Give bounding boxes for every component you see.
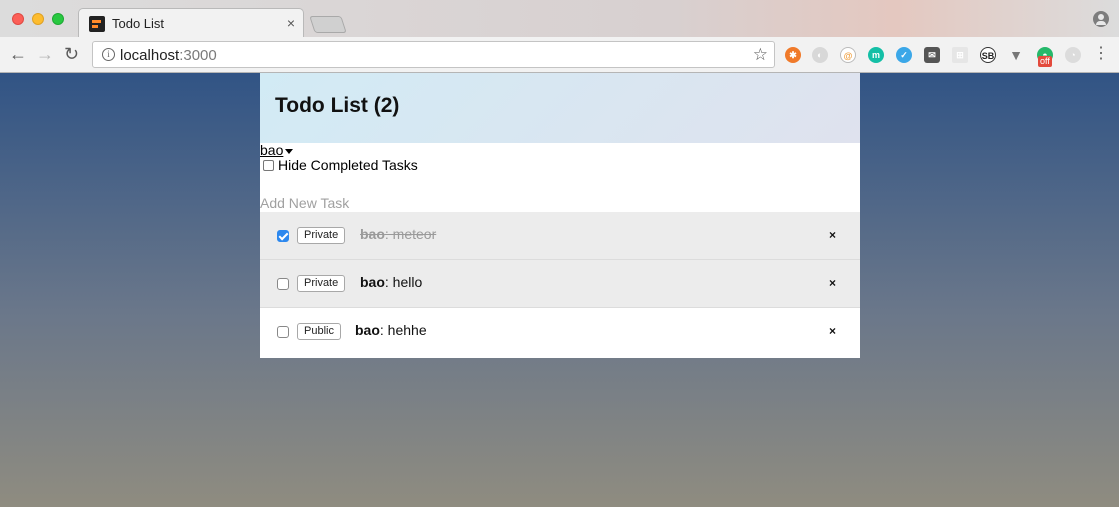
- task-row: Private bao: meteor ×: [260, 212, 860, 260]
- app-header: Todo List (2): [260, 73, 860, 143]
- browser-toolbar: ← → ↻ i localhost:3000 ☆ ✱ ◐ @ m ✓ ✉ ⊞ S…: [0, 37, 1119, 73]
- task-row: Public bao: hehhe ×: [260, 308, 860, 357]
- teal-m-icon[interactable]: m: [868, 47, 884, 63]
- browser-chrome: Todo List × ← → ↻ i localhost:3000 ☆ ✱ ◐…: [0, 0, 1119, 73]
- close-window-button[interactable]: [12, 13, 24, 25]
- minimize-window-button[interactable]: [32, 13, 44, 25]
- at-sign-icon[interactable]: @: [840, 47, 856, 63]
- toggle-private-button[interactable]: Private: [297, 275, 346, 292]
- task-row: Private bao: hello ×: [260, 260, 860, 308]
- browser-titlebar: Todo List ×: [0, 0, 1119, 38]
- tab-title: Todo List: [112, 16, 165, 31]
- hide-completed-checkbox[interactable]: [263, 159, 274, 171]
- grey-swirl-icon[interactable]: ◐: [812, 47, 828, 63]
- task-body: : hehhe: [379, 322, 427, 338]
- caret-down-icon: [285, 148, 294, 154]
- back-arrow-icon[interactable]: ←: [9, 44, 27, 64]
- task-owner: bao: [360, 274, 385, 290]
- hide-completed-toggle[interactable]: Hide Completed Tasks: [260, 157, 418, 173]
- browser-menu-icon[interactable]: ⋮: [1093, 46, 1109, 62]
- delete-icon[interactable]: ×: [829, 324, 836, 338]
- page-viewport: Todo List (2) bao Hide Completed Tasks P…: [0, 73, 1119, 507]
- extension-badge: off: [1038, 56, 1052, 67]
- task-text: bao: hehhe: [355, 322, 427, 338]
- info-icon[interactable]: i: [102, 48, 115, 61]
- toggle-private-button[interactable]: Private: [297, 227, 346, 244]
- task-body: : hello: [384, 274, 423, 290]
- browser-tab[interactable]: Todo List ×: [78, 8, 304, 38]
- task-checkbox[interactable]: [277, 278, 289, 290]
- blue-v-icon[interactable]: ✓: [896, 47, 912, 63]
- url-host: localhost: [120, 47, 180, 64]
- task-text: bao: meteor: [360, 226, 436, 242]
- grid-icon[interactable]: ⊞: [952, 47, 968, 63]
- forward-arrow-icon[interactable]: →: [36, 44, 54, 64]
- task-checkbox[interactable]: [277, 230, 289, 242]
- task-text: bao: hello: [360, 274, 422, 290]
- delete-icon[interactable]: ×: [829, 276, 836, 290]
- profile-icon[interactable]: [1093, 11, 1109, 27]
- envelope-icon[interactable]: ✉: [924, 47, 940, 63]
- sb-icon[interactable]: SB: [980, 47, 996, 63]
- page-title: Todo List (2): [275, 94, 400, 117]
- tab-favicon-icon: [89, 16, 105, 32]
- new-task-input[interactable]: [260, 193, 860, 212]
- weibo-icon[interactable]: ◔: [1065, 47, 1081, 63]
- new-tab-button[interactable]: [309, 16, 347, 33]
- user-name: bao: [260, 142, 284, 158]
- maximize-window-button[interactable]: [52, 13, 64, 25]
- task-owner: bao: [360, 226, 385, 242]
- task-list: Private bao: meteor × Private bao: hello…: [260, 212, 860, 357]
- bookmark-star-icon[interactable]: ☆: [753, 45, 768, 65]
- todo-app: Todo List (2) bao Hide Completed Tasks P…: [260, 73, 860, 358]
- url-text[interactable]: localhost:3000: [120, 47, 217, 64]
- tab-close-icon[interactable]: ×: [287, 15, 295, 31]
- url-port: :3000: [179, 47, 217, 64]
- task-checkbox[interactable]: [277, 326, 289, 338]
- toggle-private-button[interactable]: Public: [297, 323, 341, 340]
- orange-lifebuoy-icon[interactable]: ✱: [785, 47, 801, 63]
- task-owner: bao: [355, 322, 380, 338]
- delete-icon[interactable]: ×: [829, 228, 836, 242]
- vue-icon[interactable]: ▼: [1008, 47, 1024, 63]
- address-bar[interactable]: i localhost:3000 ☆: [92, 41, 775, 68]
- reload-icon[interactable]: ↻: [64, 44, 79, 64]
- hide-completed-label: Hide Completed Tasks: [278, 157, 418, 173]
- user-menu-dropdown[interactable]: bao: [260, 142, 294, 158]
- task-body: : meteor: [384, 226, 437, 242]
